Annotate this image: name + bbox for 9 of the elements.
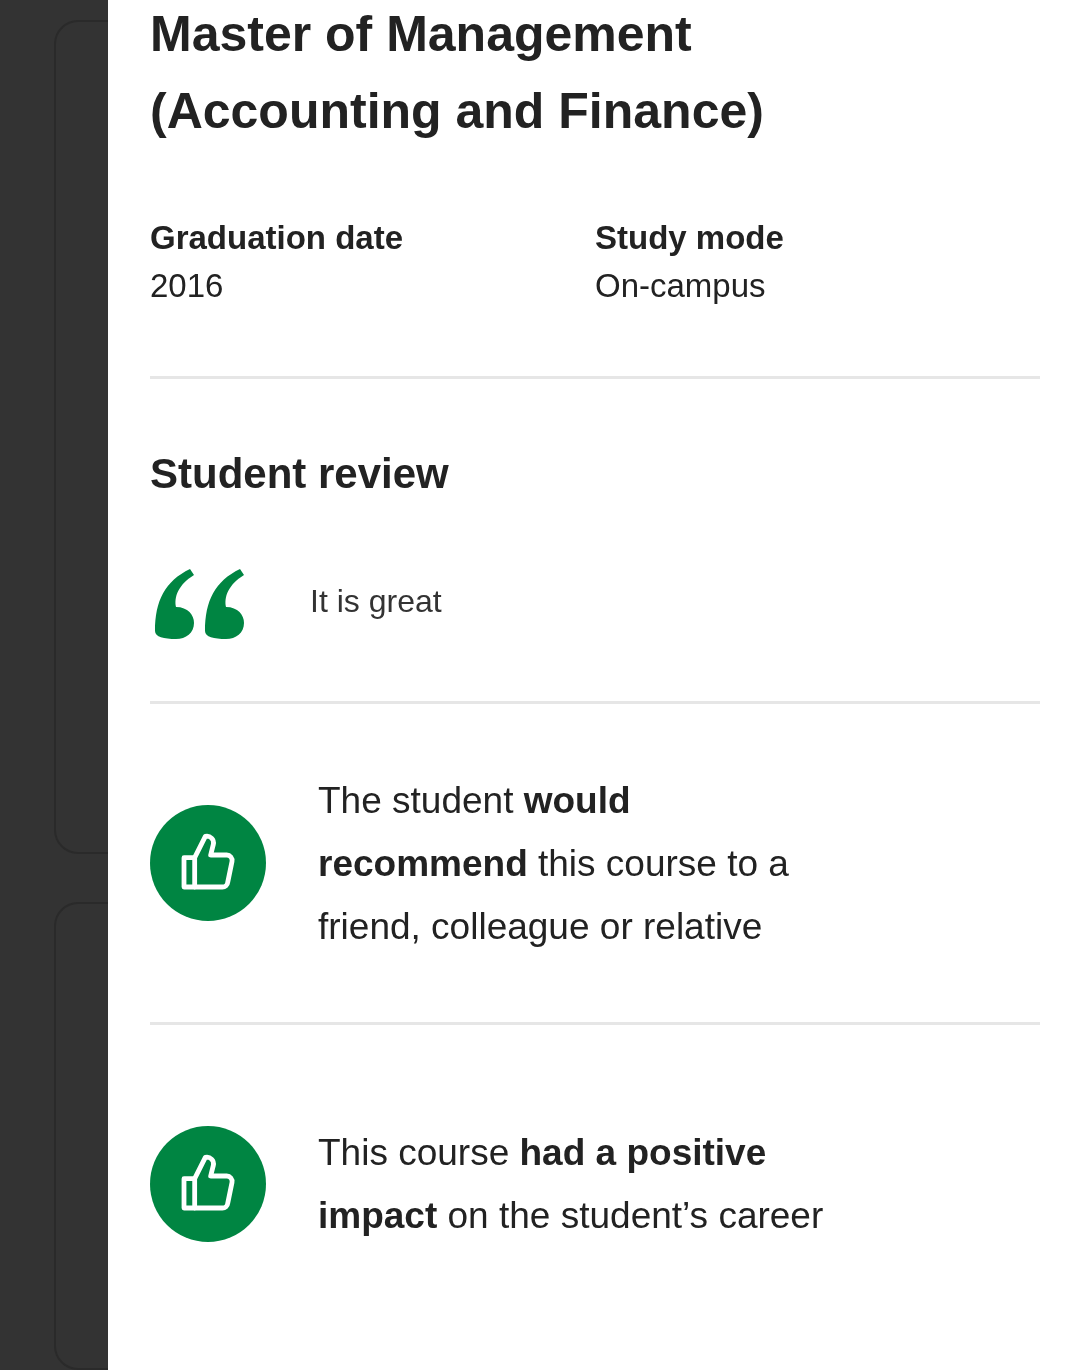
review-point: The student would recommend this course to a friend, colleague or relative xyxy=(318,778,790,949)
detail-value: 2016 xyxy=(150,266,225,306)
course-title: Master of Management (Accounting and Finance) xyxy=(150,5,765,141)
detail-value: On-campus xyxy=(595,266,767,306)
section-heading: Student review xyxy=(150,449,450,499)
detail-label: Graduation date xyxy=(150,218,405,258)
review-quote: It is great xyxy=(310,582,442,620)
review-point: This course had a positive impact on the student’s career xyxy=(318,1131,825,1238)
detail-label: Study mode xyxy=(595,218,785,258)
